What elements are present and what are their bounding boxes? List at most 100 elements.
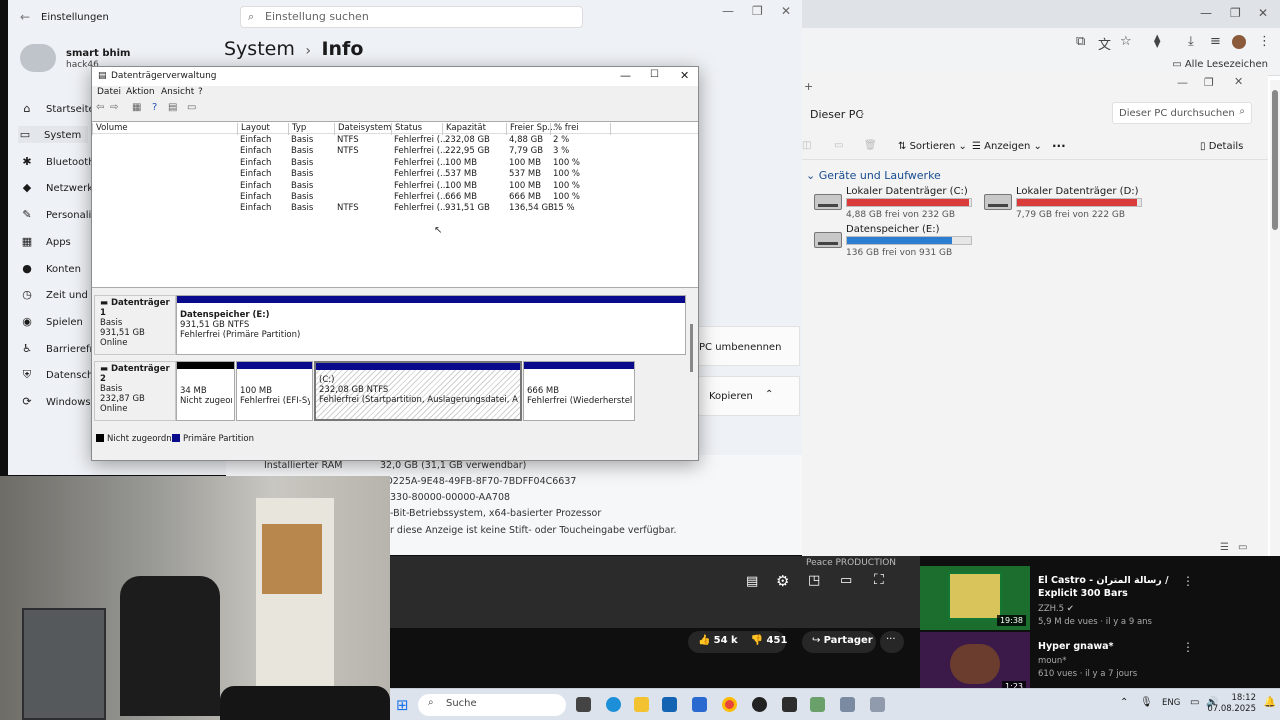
task-view-icon[interactable] — [576, 697, 591, 712]
menu-datei[interactable]: Datei — [97, 87, 121, 97]
add-tab-icon[interactable]: + — [804, 80, 813, 93]
sidebar-item-windows-update[interactable]: ⟳ Windows U — [20, 395, 101, 408]
language-indicator[interactable]: ENG — [1162, 698, 1180, 708]
more-actions-button[interactable]: ··· — [880, 631, 904, 653]
table-row[interactable]: Datenspeicher (E:)EinfachBasisNTFSFehler… — [92, 203, 698, 214]
maximize-icon[interactable]: ☐ — [650, 69, 659, 80]
console-icon[interactable]: ▦ — [132, 102, 141, 113]
table-row[interactable]: (Datenträger 2 Partition 2)EinfachBasisF… — [92, 181, 698, 192]
maximize-icon[interactable]: ❐ — [1230, 6, 1241, 20]
sidebar-item-accessibility[interactable]: ♿ Barrierefre — [20, 342, 100, 355]
edge-icon[interactable] — [606, 697, 621, 712]
sidebar-item-gaming[interactable]: ◉ Spielen — [20, 315, 83, 328]
scrollbar-thumb[interactable] — [1272, 90, 1278, 230]
back-icon[interactable]: ⇦ — [96, 102, 104, 113]
view-button[interactable]: ☰ Anzeigen ⌄ — [972, 141, 1042, 152]
minimize-icon[interactable]: — — [1177, 76, 1188, 89]
col-pct-free[interactable]: % frei — [550, 123, 579, 135]
clock[interactable]: 18:12 07.08.2025 — [1207, 693, 1256, 715]
miniplayer-icon[interactable]: ◳ — [808, 573, 820, 588]
settings-search-input[interactable]: ⌕ Einstellung suchen — [240, 6, 583, 28]
disk-1-label[interactable]: ▬ Datenträger 1 Basis 931,51 GB Online — [94, 295, 176, 355]
subtitles-icon[interactable]: ▤ — [746, 574, 758, 589]
partition-efi[interactable]: 100 MBFehlerfrei (EFI-Syste — [236, 361, 313, 421]
group-title[interactable]: ⌄ Geräte und Laufwerke — [806, 169, 941, 182]
obs-icon[interactable] — [752, 697, 767, 712]
sidebar-item-network[interactable]: ◆ Netzwerk — [20, 181, 93, 194]
col-capacity[interactable]: Kapazität — [442, 123, 486, 135]
sidebar-item-accounts[interactable]: ● Konten — [20, 262, 81, 275]
col-filesystem[interactable]: Dateisystem — [334, 123, 391, 135]
explorer-search-input[interactable]: Dieser PC durchsuchen ⌕ — [1112, 102, 1252, 124]
video-thumbnail[interactable]: 1:23 — [920, 632, 1030, 696]
download-icon[interactable]: ⤓ — [1188, 34, 1194, 49]
more-button[interactable]: ··· — [1052, 139, 1066, 153]
rename-pc-button[interactable]: PC umbenennen — [692, 326, 800, 366]
menu-ansicht[interactable]: Ansicht — [161, 87, 194, 97]
gear-icon[interactable]: ⚙ — [776, 572, 789, 590]
help-icon[interactable]: ? — [152, 102, 157, 113]
notification-icon[interactable]: 🔔 — [1264, 697, 1276, 708]
drive-e[interactable]: Datenspeicher (E:) 136 GB frei von 931 G… — [814, 224, 984, 264]
close-icon[interactable]: ✕ — [1258, 6, 1268, 20]
chrome-icon[interactable] — [722, 697, 737, 712]
menu-icon[interactable]: ⋮ — [1258, 34, 1271, 49]
minimize-icon[interactable]: — — [620, 69, 631, 82]
sidebar-item-time[interactable]: ◷ Zeit und S — [20, 288, 97, 301]
breadcrumb[interactable]: Dieser PC — [810, 108, 863, 121]
partition-e[interactable]: Datenspeicher (E:) 931,51 GB NTFS Fehler… — [176, 295, 686, 355]
table-row[interactable]: (Datenträger 2 Partition 4)EinfachBasisF… — [92, 192, 698, 203]
sort-button[interactable]: ⇅ Sortieren ⌄ — [898, 141, 967, 152]
disk-2-label[interactable]: ▬ Datenträger 2 Basis 232,87 GB Online — [94, 361, 176, 421]
outlook-icon[interactable] — [662, 697, 677, 712]
col-status[interactable]: Status — [391, 123, 422, 135]
fullscreen-icon[interactable]: ⛶ — [874, 572, 884, 588]
avatar[interactable] — [20, 44, 56, 72]
settings-icon[interactable] — [840, 697, 855, 712]
partition-c[interactable]: (C:) 232,08 GB NTFS Fehlerfrei (Startparti… — [314, 361, 522, 421]
terminal-icon[interactable] — [782, 697, 797, 712]
back-arrow-icon[interactable]: ← — [20, 10, 30, 24]
dislike-button[interactable]: 👎 451 — [751, 635, 788, 646]
details-button[interactable]: ▯ Details — [1200, 141, 1243, 152]
col-free[interactable]: Freier Sp... — [506, 123, 556, 135]
forward-icon[interactable]: ⇨ — [110, 102, 118, 113]
extensions-icon[interactable]: ⧫ — [1154, 34, 1160, 49]
sidebar-item-home[interactable]: ⌂ Startseite — [20, 102, 95, 115]
sidebar-item-bluetooth[interactable]: ✱ Bluetooth — [20, 155, 94, 168]
menu-help[interactable]: ? — [198, 87, 203, 97]
sidebar-item-system[interactable]: ▭ System — [18, 126, 88, 143]
list-icon[interactable]: ▭ — [187, 102, 196, 113]
maximize-icon[interactable]: ❐ — [752, 4, 763, 18]
col-layout[interactable]: Layout — [237, 123, 270, 135]
scrollbar-thumb[interactable] — [690, 324, 693, 372]
tray-chevron-icon[interactable]: ⌃ — [1120, 697, 1128, 708]
col-type[interactable]: Typ — [288, 123, 306, 135]
disk-management-icon[interactable] — [870, 697, 885, 712]
table-row[interactable]: (Datenträger 0 Partition 3)EinfachBasisF… — [92, 169, 698, 180]
scrollbar[interactable] — [1270, 80, 1280, 560]
tile-view-icon[interactable]: ▭ — [1238, 542, 1247, 553]
col-volume[interactable]: Volume — [92, 123, 128, 135]
app-icon[interactable] — [810, 697, 825, 712]
table-row[interactable]: (Datenträger 0 Partition 2)EinfachBasisF… — [92, 158, 698, 169]
like-button[interactable]: 👍 54 k — [698, 635, 738, 646]
related-video[interactable]: 19:38 El Castro - رسالة المتران / Explic… — [920, 566, 1280, 630]
cast-icon[interactable]: ⧉ — [1076, 34, 1085, 49]
delete-icon[interactable]: 🗑 — [864, 140, 877, 151]
microphone-icon[interactable]: 🎙 — [1140, 697, 1153, 708]
table-row[interactable]: (D:)EinfachBasisNTFSFehlerfrei (...222,9… — [92, 146, 698, 157]
store-icon[interactable] — [692, 697, 707, 712]
video-thumbnail[interactable]: 19:38 — [920, 566, 1030, 630]
related-video[interactable]: 1:23 Hyper gnawa* moun* 610 vues · il y … — [920, 632, 1280, 696]
copy-button[interactable]: Kopieren ⌃ — [692, 376, 800, 416]
drive-c[interactable]: Lokaler Datenträger (C:) 4,88 GB frei vo… — [814, 186, 984, 226]
more-vert-icon[interactable]: ⋮ — [1182, 640, 1194, 654]
share-icon[interactable]: ◫ — [802, 140, 811, 151]
menu-aktion[interactable]: Aktion — [126, 87, 155, 97]
close-icon[interactable]: ✕ — [781, 4, 791, 18]
chevron-up-icon[interactable]: ⌃ — [765, 389, 773, 400]
sidebar-item-privacy[interactable]: ⛨ Datenschu — [20, 368, 100, 382]
partition-unallocated[interactable]: 34 MBNicht zugeord — [176, 361, 235, 421]
table-row[interactable]: (C:)EinfachBasisNTFSFehlerfrei (...232,0… — [92, 135, 698, 146]
